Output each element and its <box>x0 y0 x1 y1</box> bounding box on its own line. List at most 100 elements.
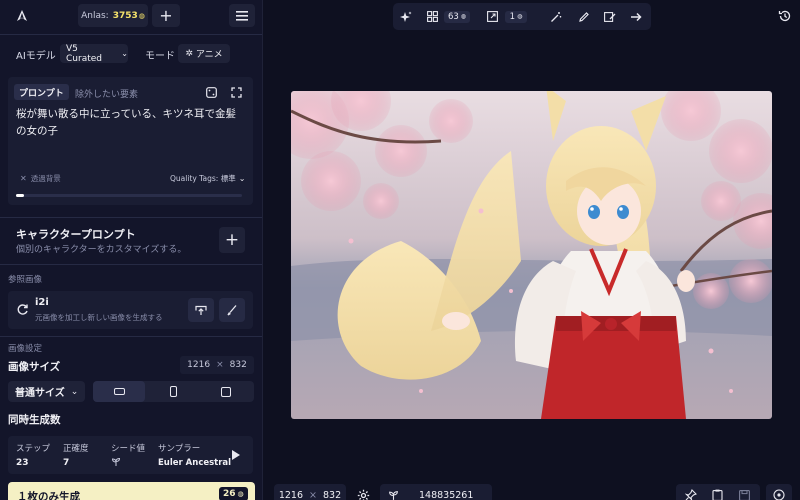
add-button[interactable]: + <box>152 4 180 27</box>
width-value: 1216 <box>187 360 211 370</box>
sparkles-icon <box>400 11 412 23</box>
character-title: キャラクタープロンプト <box>16 228 136 241</box>
menu-button[interactable] <box>229 4 255 27</box>
bottom-times: × <box>309 489 317 500</box>
dice-icon[interactable] <box>204 85 218 99</box>
brush-icon <box>226 304 238 316</box>
sampler-label: サンプラー <box>158 444 201 454</box>
mode-select[interactable]: ✲ アニメ <box>178 44 230 63</box>
bottom-extra <box>766 484 792 500</box>
anlas-icon: ◍ <box>138 11 145 20</box>
upscale-cost: 1 ◍ <box>503 3 529 30</box>
seed-icon <box>388 490 399 500</box>
bottom-width: 1216 <box>278 489 304 500</box>
i2i-desc: 元画像を加工し新しい画像を生成する <box>35 313 163 322</box>
height-value: 832 <box>229 360 247 370</box>
landscape-icon <box>113 388 125 395</box>
size-preset-value: 普通サイズ <box>15 388 65 399</box>
send-button[interactable] <box>625 3 647 30</box>
hamburger-icon <box>236 10 248 21</box>
header-divider <box>0 34 262 35</box>
upload-icon <box>195 304 207 316</box>
model-value: V5 Curated <box>66 43 102 64</box>
character-desc: 個別のキャラクターをカスタマイズする。 <box>16 245 187 255</box>
expand-icon[interactable] <box>229 85 243 99</box>
square-icon <box>221 386 231 397</box>
upscale-icon <box>486 11 498 22</box>
bottom-seed-value: 148835261 <box>419 489 474 500</box>
refresh-icon <box>14 301 30 317</box>
size-preset-select[interactable]: 普通サイズ ⌄ <box>8 381 85 402</box>
transparent-bg-toggle[interactable]: ✕ 透過背景 <box>20 173 61 184</box>
steps-value: 23 <box>16 458 29 468</box>
anlas-icon: ◍ <box>517 13 523 20</box>
tab-prompt-label: プロンプト <box>19 88 64 99</box>
reference-divider <box>0 336 262 337</box>
logo-icon <box>13 7 31 25</box>
quality-tags-label: Quality Tags: 標準 <box>170 174 236 183</box>
guidance-value: 7 <box>63 458 70 468</box>
bottom-size-display: 1216 × 832 <box>274 484 346 500</box>
mode-label: モード <box>145 51 175 62</box>
generate-cost-value: 26 <box>223 489 236 499</box>
prompt-strength-slider[interactable] <box>16 194 242 197</box>
i2i-title: i2i <box>35 297 49 308</box>
slider-fill <box>16 194 24 197</box>
clipboard-icon[interactable] <box>709 487 725 500</box>
close-icon: ✕ <box>20 174 27 183</box>
chevron-down-icon: ⌄ <box>70 386 79 397</box>
seed-label: シード値 <box>111 444 146 454</box>
save-icon[interactable] <box>736 487 752 500</box>
landscape-button[interactable] <box>93 381 145 402</box>
tab-prompt[interactable]: プロンプト <box>14 84 69 100</box>
sparkle-icon: ✲ <box>185 48 193 59</box>
anlas-value: 3753 <box>112 10 138 21</box>
image-size-input[interactable]: 1216 × 832 <box>180 356 254 374</box>
generated-image[interactable] <box>291 91 772 419</box>
palette-icon[interactable] <box>773 489 785 500</box>
plus-icon: + <box>159 6 173 25</box>
image-settings-section: 画像設定 <box>8 344 43 354</box>
history-icon[interactable] <box>776 7 794 25</box>
play-icon[interactable] <box>232 450 240 460</box>
mode-value: アニメ <box>195 50 223 60</box>
magic-wand-button[interactable] <box>545 3 567 30</box>
arrow-right-icon <box>630 12 642 22</box>
upscale-button[interactable] <box>481 3 503 30</box>
chevron-down-icon: ⌄ <box>238 174 246 183</box>
model-select[interactable]: V5 Curated ⌄ <box>60 43 128 64</box>
variations-cost: 63 ◍ <box>443 3 471 30</box>
anlas-balance[interactable]: Anlas: 3753 ◍ <box>78 4 148 27</box>
upload-image-button[interactable] <box>188 298 214 322</box>
enhance-button[interactable] <box>393 3 419 30</box>
quality-tags-select[interactable]: Quality Tags: 標準 ⌄ <box>170 173 245 184</box>
left-panel: Anlas: 3753 ◍ + AIモデル V5 Curated ⌄ モード ✲… <box>0 0 262 500</box>
settings-icon[interactable] <box>355 487 371 500</box>
seed-icon <box>111 457 121 467</box>
tab-exclude[interactable]: 除外したい要素 <box>75 87 138 100</box>
variations-button[interactable] <box>421 3 443 30</box>
edit-button[interactable] <box>573 3 595 30</box>
pin-icon[interactable] <box>683 487 699 500</box>
wand-icon <box>550 11 562 23</box>
inpaint-button[interactable] <box>599 3 621 30</box>
paint-image-button[interactable] <box>219 298 245 322</box>
reference-section: 参照画像 <box>8 275 43 285</box>
generate-button[interactable]: １枚のみ生成 26 ◍ <box>8 482 255 500</box>
grid-icon <box>426 11 438 22</box>
prompt-divider <box>0 217 262 218</box>
portrait-button[interactable] <box>147 381 199 402</box>
square-button[interactable] <box>200 381 252 402</box>
transparent-bg-label: 透過背景 <box>30 174 61 183</box>
pencil-icon <box>578 11 590 23</box>
prompt-input[interactable]: 桜が舞い散る中に立っている、キツネ耳で金髪の女の子 <box>16 106 242 140</box>
image-size-label: 画像サイズ <box>8 361 61 373</box>
variations-cost-value: 63 <box>447 11 459 22</box>
chevron-down-icon: ⌄ <box>121 49 128 58</box>
steps-label: ステップ <box>16 444 51 454</box>
add-character-button[interactable]: + <box>219 227 245 253</box>
bottom-seed-display[interactable]: 148835261 <box>380 484 492 500</box>
generate-cost: 26 ◍ <box>219 487 248 500</box>
generate-label: １枚のみ生成 <box>17 491 80 500</box>
bottom-height: 832 <box>323 489 342 500</box>
